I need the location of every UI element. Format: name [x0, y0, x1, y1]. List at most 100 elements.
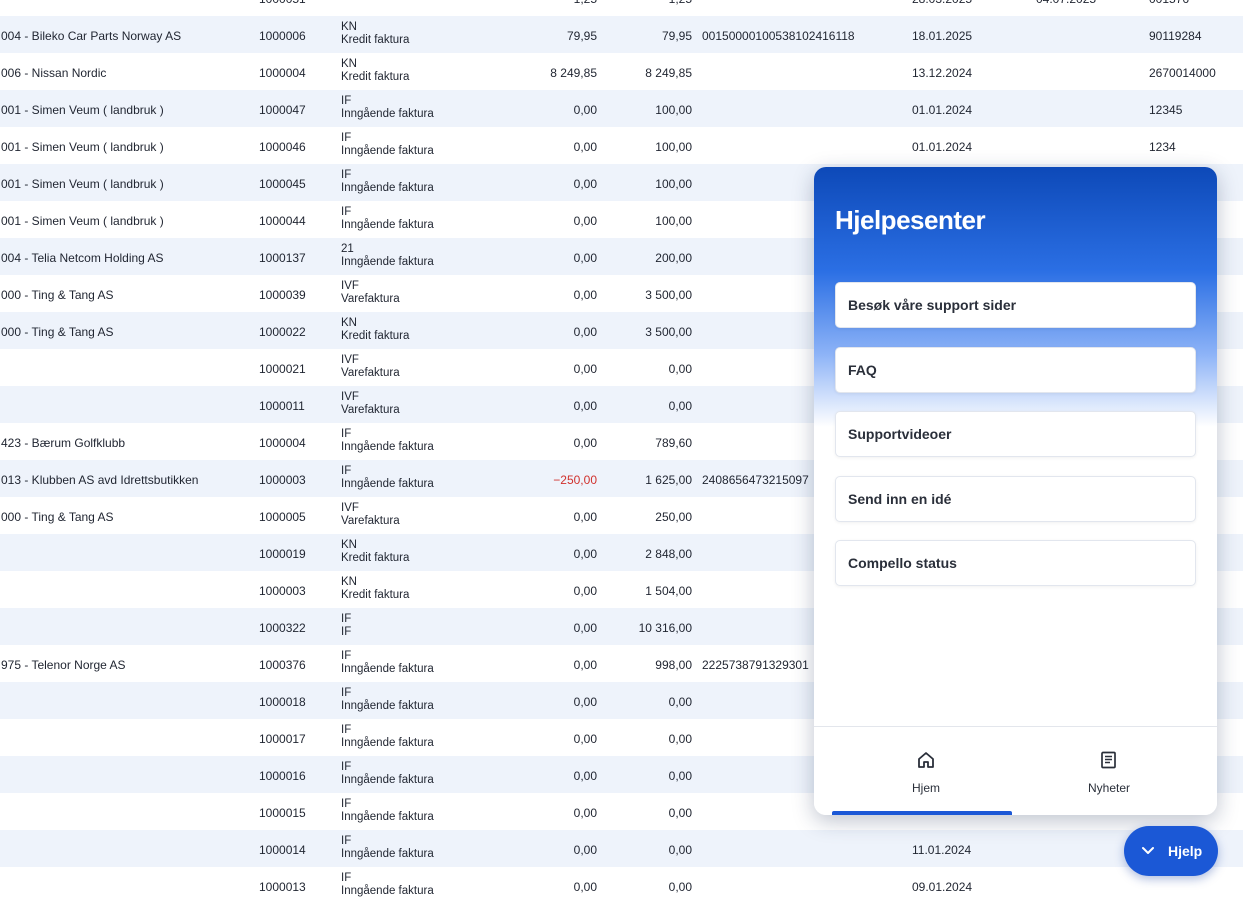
- remaining-amount-cell: 0,00: [573, 177, 597, 191]
- document-type-cell: IF Inngående faktura: [341, 132, 434, 157]
- newspaper-icon: [1101, 751, 1116, 769]
- remaining-amount-cell: 0,00: [573, 621, 597, 635]
- document-number-cell: 1000045: [259, 177, 306, 191]
- total-amount-cell: 100,00: [655, 140, 692, 154]
- reference-cell: 90119284: [1149, 29, 1202, 43]
- home-icon: [918, 752, 934, 768]
- type-description: Varefaktura: [341, 292, 400, 305]
- type-code: IVF: [341, 502, 359, 514]
- supplier-cell: 423 - Bærum Golfklubb: [1, 436, 126, 450]
- document-number-cell: 1000014: [259, 843, 306, 857]
- document-number-cell: 1000022: [259, 325, 306, 339]
- table-row[interactable]: 001 - Simen Veum ( landbruk ) 1000047 0,00…: [0, 90, 1243, 127]
- nav-home-tab[interactable]: Hjem: [832, 727, 1020, 815]
- faq-link[interactable]: FAQ: [835, 346, 1196, 393]
- document-type-cell: IF Inngående faktura: [341, 650, 434, 675]
- type-description: Inngående faktura: [341, 662, 434, 675]
- type-code: IF: [341, 613, 352, 625]
- total-amount-cell: 789,60: [655, 436, 692, 450]
- document-number-cell: 1000021: [259, 362, 306, 376]
- table-row[interactable]: 004 - Bileko Car Parts Norway AS 1000006 7…: [0, 16, 1243, 53]
- compello-status-link[interactable]: Compello status: [835, 540, 1196, 586]
- type-code: 21: [341, 243, 354, 255]
- table-row[interactable]: 1000014 0,00 0,00 11.01.2024 IF Inngående fak…: [0, 830, 1243, 867]
- type-description: Varefaktura: [341, 403, 400, 416]
- type-description: Kredit faktura: [341, 329, 410, 342]
- support-videos-link[interactable]: Supportvideoer: [835, 411, 1196, 457]
- table-row[interactable]: 1000051 1,25 1,25 28.03.2025 04.07.2025 00157…: [0, 0, 1243, 16]
- document-type-cell: KN Kredit faktura: [341, 317, 409, 342]
- remaining-amount-cell: 0,00: [573, 362, 597, 376]
- table-row[interactable]: 006 - Nissan Nordic 1000004 8 249,85 8 249,…: [0, 53, 1243, 90]
- supplier-cell: 000 - Ting & Tang AS: [1, 288, 114, 302]
- help-button[interactable]: Hjelp: [1124, 826, 1218, 876]
- document-type-cell: KN Kredit faktura: [341, 21, 409, 46]
- supplier-cell: 000 - Ting & Tang AS: [1, 325, 114, 339]
- table-row[interactable]: 1000013 0,00 0,00 09.01.2024 IF Inngående fak…: [0, 867, 1243, 904]
- panel-nav: Hjem Nyheter: [814, 726, 1217, 815]
- invoice-date-cell: 13.12.2024: [912, 66, 973, 80]
- support-pages-link[interactable]: Besøk våre support sider: [835, 282, 1196, 328]
- document-number-cell: 1000376: [259, 658, 306, 672]
- remaining-amount-cell: 0,00: [573, 658, 597, 672]
- type-code: IVF: [341, 391, 359, 403]
- total-amount-cell: 0,00: [668, 732, 692, 746]
- total-amount-cell: 3 500,00: [645, 325, 692, 339]
- document-number-cell: 1000051: [259, 0, 306, 6]
- type-description: Inngående faktura: [341, 847, 434, 860]
- type-code: IVF: [341, 354, 359, 366]
- document-number-cell: 1000039: [259, 288, 306, 302]
- remaining-amount-cell: 0,00: [573, 806, 597, 820]
- supplier-cell: 001 - Simen Veum ( landbruk ): [1, 177, 164, 191]
- total-amount-cell: 100,00: [655, 103, 692, 117]
- type-code: IF: [341, 761, 352, 773]
- supplier-cell: 001 - Simen Veum ( landbruk ): [1, 140, 164, 154]
- remaining-amount-cell: 0,00: [573, 140, 597, 154]
- type-description: Inngående faktura: [341, 699, 434, 712]
- type-description: Inngående faktura: [341, 218, 434, 231]
- invoice-date-cell: 09.01.2024: [912, 880, 973, 894]
- document-type-cell: IVF Varefaktura: [341, 354, 400, 379]
- table-row[interactable]: 001 - Simen Veum ( landbruk ) 1000046 0,00…: [0, 127, 1243, 164]
- remaining-amount-cell: 1,25: [574, 0, 597, 6]
- type-description: Inngående faktura: [341, 107, 434, 120]
- document-type-cell: IF Inngående faktura: [341, 206, 434, 231]
- type-code: IF: [341, 206, 352, 218]
- total-amount-cell: 1 625,00: [645, 473, 692, 487]
- document-number-cell: 1000003: [259, 473, 306, 487]
- document-number-cell: 1000016: [259, 769, 306, 783]
- total-amount-cell: 8 249,85: [645, 66, 692, 80]
- type-code: KN: [341, 21, 357, 33]
- document-type-cell: IF Inngående faktura: [341, 724, 434, 749]
- total-amount-cell: 2 848,00: [645, 547, 692, 561]
- remaining-amount-cell: 0,00: [573, 103, 597, 117]
- document-number-cell: 1000004: [259, 436, 306, 450]
- type-code: IF: [341, 650, 352, 662]
- due-date-cell: 04.07.2025: [1036, 0, 1096, 6]
- total-amount-cell: 79,95: [661, 29, 692, 43]
- total-amount-cell: 200,00: [655, 251, 692, 265]
- submit-idea-link[interactable]: Send inn en idé: [835, 475, 1196, 522]
- nav-news-tab[interactable]: Nyheter: [1015, 727, 1203, 815]
- document-number-cell: 1000017: [259, 732, 306, 746]
- nav-news-label: Nyheter: [1087, 781, 1131, 795]
- document-type-cell: IF Inngående faktura: [341, 687, 434, 712]
- supplier-cell: 001 - Simen Veum ( landbruk ): [1, 214, 164, 228]
- remaining-amount-cell: 0,00: [573, 843, 597, 857]
- reference-cell: 12345: [1149, 103, 1183, 117]
- type-code: IF: [341, 465, 352, 477]
- remaining-amount-cell: 0,00: [573, 547, 597, 561]
- invoice-date-cell: 11.01.2024: [912, 843, 972, 857]
- total-amount-cell: 998,00: [655, 658, 692, 672]
- document-type-cell: IF Inngående faktura: [341, 872, 434, 897]
- document-number-cell: 1000003: [259, 584, 306, 598]
- type-code: IF: [341, 169, 352, 181]
- document-number-cell: 1000044: [259, 214, 306, 228]
- type-code: KN: [341, 576, 357, 588]
- invoice-date-cell: 01.01.2024: [912, 140, 973, 154]
- invoice-date-cell: 18.01.2025: [912, 29, 973, 43]
- type-code: IF: [341, 687, 352, 699]
- document-type-cell: IVF Varefaktura: [341, 502, 400, 527]
- document-type-cell: IF Inngående faktura: [341, 95, 434, 120]
- type-description: Inngående faktura: [341, 810, 434, 823]
